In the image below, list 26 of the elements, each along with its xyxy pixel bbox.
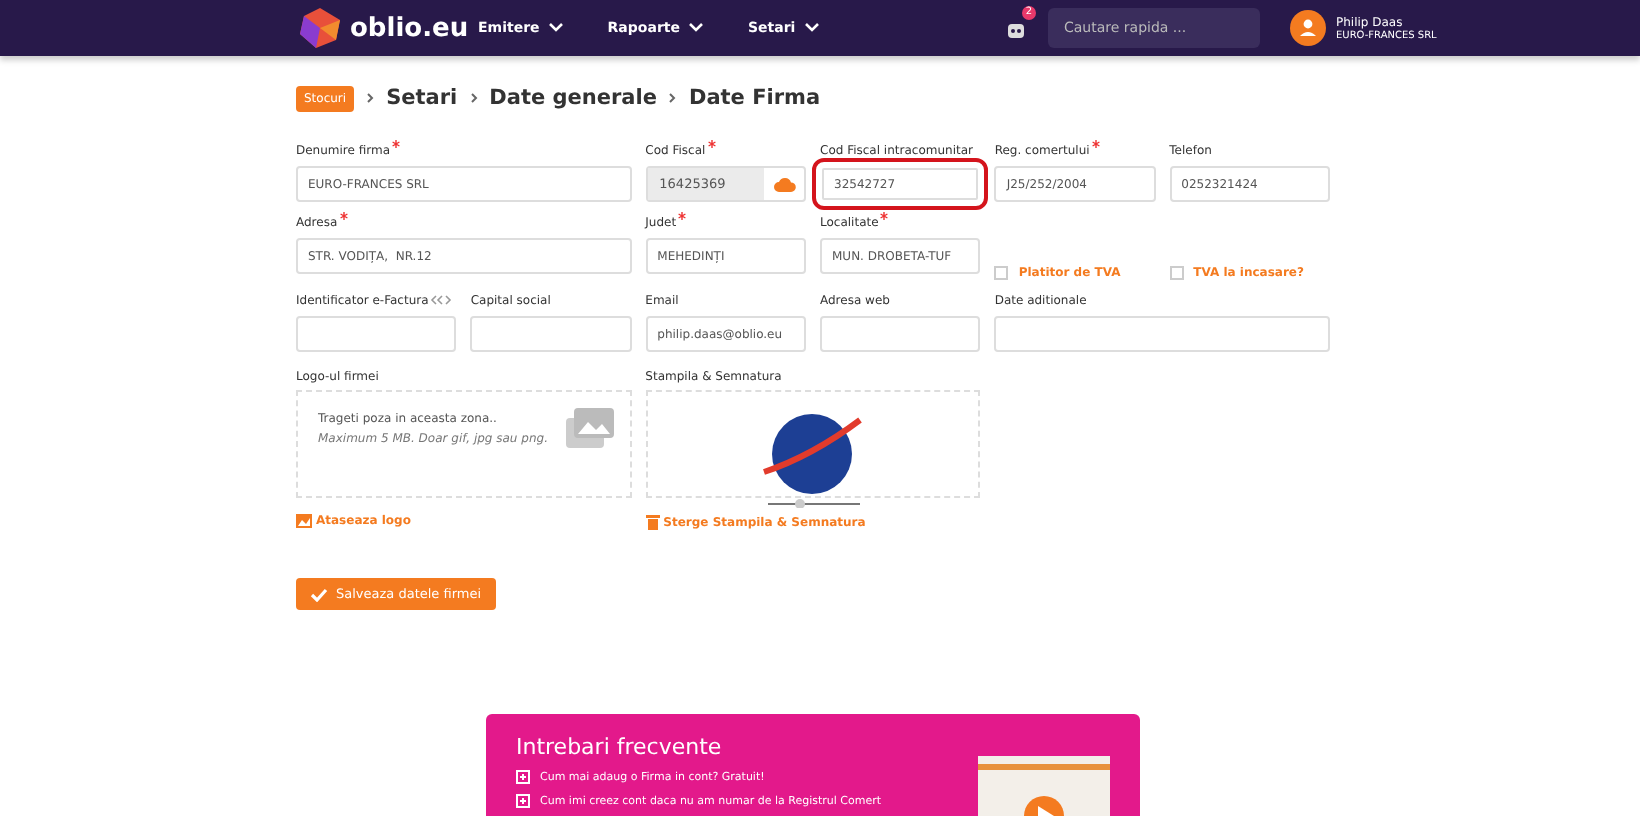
checkmark-icon	[310, 587, 328, 601]
chevron-right-icon	[366, 92, 375, 104]
checkbox[interactable]	[1169, 266, 1184, 280]
cloud-icon[interactable]	[773, 176, 795, 192]
checkbox[interactable]	[994, 266, 1009, 280]
input-field[interactable]	[820, 316, 981, 352]
chevron-down-icon	[803, 22, 820, 34]
chevron-right-icon	[469, 92, 478, 104]
plus-square-icon	[516, 794, 530, 808]
avatar-icon[interactable]	[1290, 10, 1326, 46]
breadcrumb-item[interactable]: Date generale	[489, 86, 657, 110]
logo-icon	[298, 6, 342, 50]
trash-icon	[645, 514, 660, 530]
image-icon	[296, 514, 312, 528]
breadcrumb-item[interactable]: Setari	[386, 86, 458, 110]
breadcrumb-item[interactable]: Date Firma	[688, 86, 821, 110]
input-field[interactable]	[994, 316, 1330, 352]
chevron-down-icon	[687, 22, 704, 34]
chevron-down-icon	[547, 22, 564, 34]
plus-square-icon	[516, 770, 530, 784]
faq-title: Intrebari frecvente	[516, 734, 724, 760]
input-field[interactable]	[470, 316, 632, 352]
chevron-right-icon	[668, 92, 677, 104]
input-field[interactable]	[296, 316, 457, 352]
image-icon	[565, 408, 614, 448]
logo-text[interactable]: oblio.eu	[350, 13, 469, 43]
